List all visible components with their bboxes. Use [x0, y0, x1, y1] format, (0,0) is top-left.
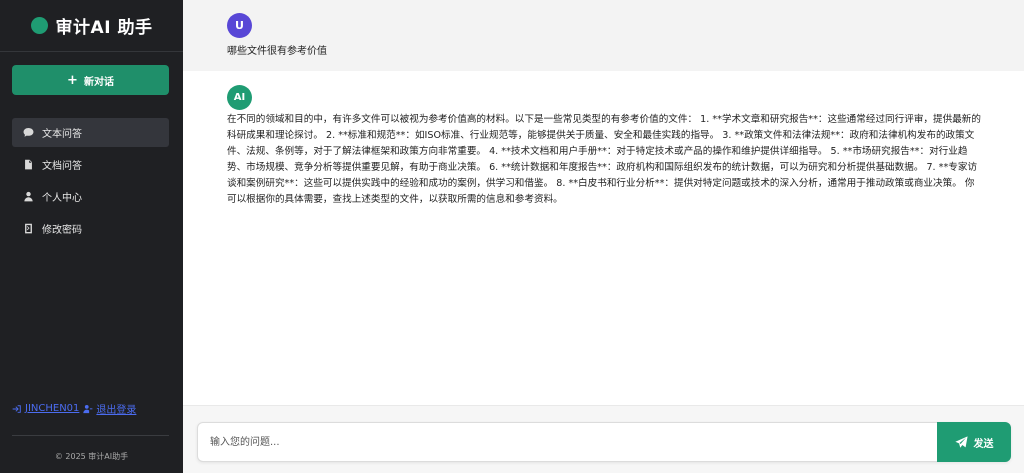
password-icon — [22, 223, 34, 235]
user-avatar: U — [227, 13, 252, 38]
plus-icon: + — [67, 72, 78, 88]
sidebar-nav: 文本问答 文档问答 个人中心 修改密码 — [12, 118, 169, 246]
brand-header: 审计AI 助手 — [0, 0, 183, 52]
user-tie-icon — [22, 191, 34, 203]
logout-link[interactable]: 退出登录 — [83, 401, 136, 416]
ai-message-text: 在不同的领域和目的中，有许多文件可以被视为参考价值高的材料。以下是一些常见类型的… — [227, 114, 981, 205]
user-profile-link[interactable]: JINCHEN01 — [12, 403, 79, 414]
copyright-text: © 2025 审计AI助手 — [54, 452, 129, 461]
user-row: JINCHEN01 退出登录 — [12, 401, 136, 416]
paper-plane-icon — [954, 435, 968, 448]
document-icon — [22, 159, 34, 171]
question-input[interactable] — [210, 423, 910, 461]
input-wrapper: 发送 — [197, 422, 1011, 462]
brand-title: 审计AI 助手 — [55, 18, 153, 38]
sidebar-item-profile[interactable]: 个人中心 — [12, 182, 169, 211]
sidebar-item-label: 修改密码 — [42, 225, 82, 236]
chat-main: U 哪些文件很有参考价值 AI 在不同的领域和目的中，有许多文件可以被视为参考价… — [183, 0, 1024, 473]
user-logout-icon — [83, 404, 93, 413]
user-name: JINCHEN01 — [25, 403, 80, 414]
send-label: 发送 — [973, 438, 994, 450]
sidebar-item-label: 个人中心 — [42, 193, 82, 204]
brand-logo-icon — [30, 17, 48, 34]
new-chat-label: 新对话 — [83, 76, 114, 88]
sign-in-icon — [12, 404, 21, 413]
send-button[interactable]: 发送 — [937, 422, 1011, 462]
sidebar-item-change-password[interactable]: 修改密码 — [12, 214, 169, 243]
new-chat-button[interactable]: + 新对话 — [12, 65, 169, 95]
sidebar: 审计AI 助手 + 新对话 文本问答 文档问答 个人中心 修改密码 JINCHE… — [0, 0, 183, 473]
user-message-text: 哪些文件很有参考价值 — [227, 46, 327, 57]
sidebar-item-label: 文本问答 — [42, 129, 82, 140]
footer-divider — [12, 435, 169, 436]
input-bar: 发送 — [183, 405, 1024, 473]
logout-label: 退出登录 — [96, 405, 137, 416]
sidebar-item-label: 文档问答 — [42, 161, 82, 172]
user-message-block: U 哪些文件很有参考价值 — [183, 0, 1024, 71]
sidebar-item-doc-qa[interactable]: 文档问答 — [12, 150, 169, 179]
chat-bubble-icon — [22, 127, 34, 139]
sidebar-item-text-qa[interactable]: 文本问答 — [12, 118, 169, 147]
ai-avatar: AI — [227, 85, 252, 110]
